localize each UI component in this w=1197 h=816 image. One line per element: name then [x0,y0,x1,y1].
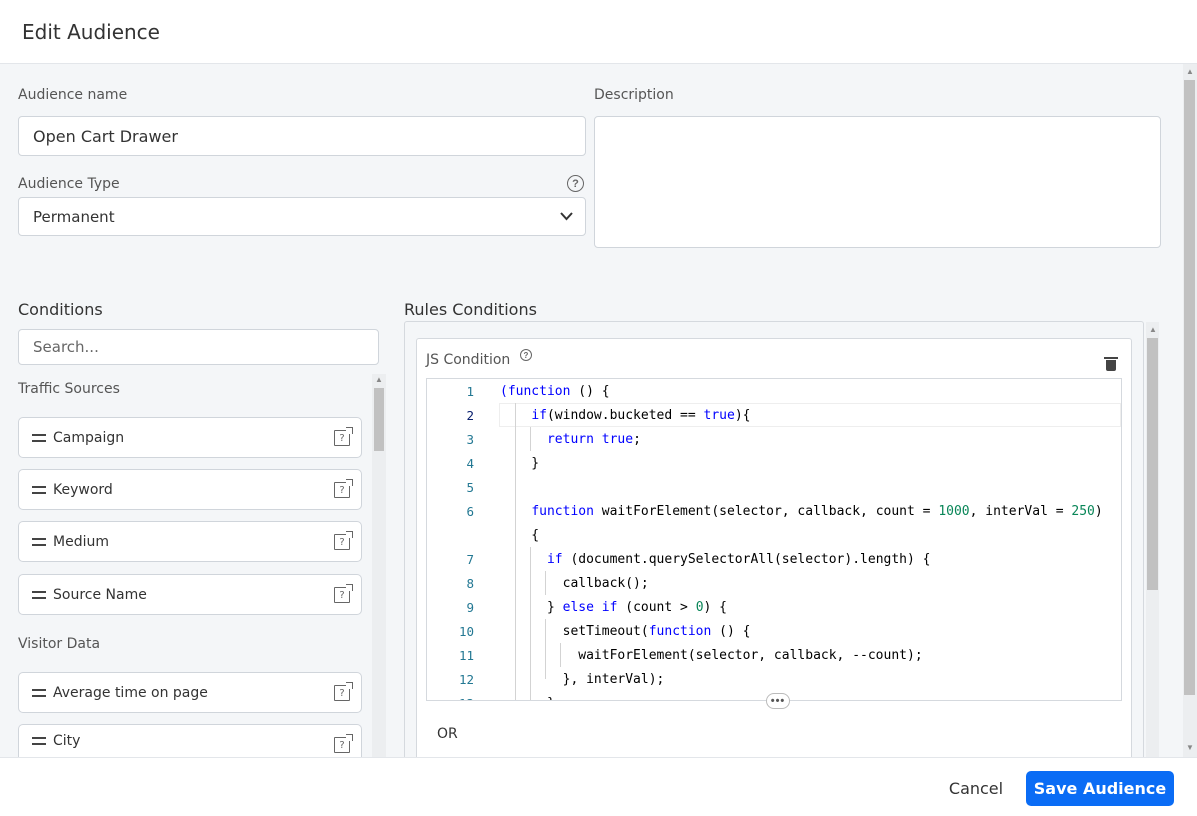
open-external-icon[interactable]: ? [334,531,353,550]
chevron-down-icon [560,212,573,221]
code-line[interactable]: 6 function waitForElement(selector, call… [427,499,1121,523]
dialog-title: Edit Audience [22,20,160,44]
scroll-up-arrow-icon[interactable]: ▲ [1149,325,1157,334]
condition-item-label: Average time on page [53,684,208,701]
open-external-icon[interactable]: ? [334,584,353,603]
audience-type-select[interactable]: Permanent [18,197,586,236]
condition-item-average-time-on-page[interactable]: Average time on page ? [18,672,362,713]
code-text: { [500,527,540,543]
code-line[interactable]: 3 return true; [427,427,1121,451]
code-line[interactable]: 5 [427,475,1121,499]
line-number: 6 [466,503,474,519]
line-number: 9 [466,599,474,615]
js-condition-label: JS Condition [426,352,511,368]
drag-handle-icon[interactable] [32,737,46,745]
group-label-visitor-data: Visitor Data [18,636,101,652]
line-number: 1 [466,383,474,399]
group-label-traffic-sources: Traffic Sources [18,381,120,397]
description-textarea[interactable] [594,116,1161,248]
code-line[interactable]: 10 setTimeout(function () { [427,619,1121,643]
rules-conditions-title: Rules Conditions [404,300,537,319]
condition-item-label: Medium [53,533,109,550]
save-audience-button[interactable]: Save Audience [1026,771,1174,806]
code-line[interactable]: 1 (function () { [427,379,1121,403]
line-number: 2 [466,407,474,423]
audience-name-input[interactable]: Open Cart Drawer [18,116,586,156]
open-external-icon[interactable]: ? [334,479,353,498]
code-text: (function () { [500,383,610,399]
drag-handle-icon[interactable] [32,485,46,494]
main-scrollbar-thumb[interactable] [1184,80,1195,695]
conditions-scrollbar-thumb[interactable] [374,388,384,451]
line-number: 10 [458,623,474,639]
condition-item-city[interactable]: City ? [18,724,362,757]
line-number: 4 [466,455,474,471]
line-number: 11 [458,647,474,663]
code-line[interactable]: 4 } [427,451,1121,475]
condition-item-label: City [53,733,81,749]
code-line[interactable]: 11 waitForElement(selector, callback, --… [427,643,1121,667]
condition-item-campaign[interactable]: Campaign ? [18,417,362,458]
code-line[interactable]: 8 callback(); [427,571,1121,595]
line-number: 7 [466,551,474,567]
rules-scrollbar-thumb[interactable] [1147,338,1158,590]
code-line[interactable]: 2 if(window.bucketed == true){ [427,403,1121,427]
open-external-icon[interactable]: ? [334,427,353,446]
audience-name-label: Audience name [18,87,128,103]
or-label: OR [437,726,458,742]
code-text: }, interVal); [500,671,665,687]
condition-item-source-name[interactable]: Source Name ? [18,574,362,615]
cancel-button[interactable]: Cancel [940,771,1012,805]
drag-handle-icon[interactable] [32,688,46,697]
code-text: } else if (count > 0) { [500,599,728,615]
line-number: 3 [466,431,474,447]
condition-item-label: Source Name [53,586,147,603]
code-text: setTimeout(function () { [500,623,751,639]
code-line[interactable]: { [427,523,1121,547]
code-text: } [500,696,555,701]
description-label: Description [594,87,674,103]
open-external-icon[interactable]: ? [334,734,353,753]
code-line[interactable]: 12 }, interVal); [427,667,1121,691]
line-number: 5 [466,479,474,495]
condition-item-keyword[interactable]: Keyword ? [18,469,362,510]
code-text: if(window.bucketed == true){ [531,407,751,423]
open-external-icon[interactable]: ? [334,682,353,701]
expand-ellipsis-button[interactable]: ••• [766,693,790,709]
conditions-search-input[interactable]: Search... [18,329,379,365]
code-text: return true; [546,431,641,447]
condition-item-label: Campaign [53,429,125,446]
scroll-up-arrow-icon[interactable]: ▲ [1186,67,1194,76]
drag-handle-icon[interactable] [32,590,46,599]
dialog-footer [0,757,1197,816]
code-text: } [500,455,540,471]
help-icon[interactable]: ? [567,175,584,192]
conditions-title: Conditions [18,300,103,319]
audience-type-label: Audience Type [18,176,120,192]
scroll-up-arrow-icon[interactable]: ▲ [375,375,383,384]
line-number: 8 [466,575,474,591]
help-icon[interactable]: ? [520,349,532,361]
condition-item-medium[interactable]: Medium ? [18,521,362,562]
code-line[interactable]: 9 } else if (count > 0) { [427,595,1121,619]
condition-item-label: Keyword [53,481,113,498]
code-text: waitForElement(selector, callback, --cou… [500,647,923,663]
scroll-down-arrow-icon[interactable]: ▼ [1186,743,1194,752]
code-text: if (document.querySelectorAll(selector).… [546,551,931,567]
code-text: callback(); [500,575,649,591]
drag-handle-icon[interactable] [32,537,46,546]
trash-icon[interactable] [1104,357,1118,371]
line-number: 13 [427,696,474,701]
line-number: 12 [458,671,474,687]
code-editor[interactable]: 1 (function () { 2 if(window.bucketed == t… [426,378,1122,701]
code-text: function waitForElement(selector, callba… [531,503,1103,519]
audience-type-value: Permanent [33,207,115,226]
drag-handle-icon[interactable] [32,433,46,442]
dialog-header: Edit Audience [0,0,1197,64]
code-line[interactable]: 7 if (document.querySelectorAll(selector… [427,547,1121,571]
